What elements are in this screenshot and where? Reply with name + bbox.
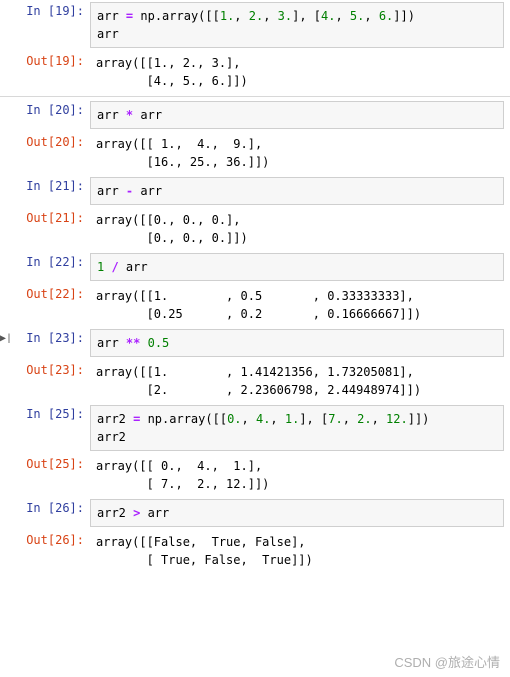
- cell-21: In [21]: arr - arr Out[21]: array([[0., …: [0, 175, 510, 251]
- code-input[interactable]: arr - arr: [90, 177, 504, 205]
- in-prompt: In [19]:: [0, 2, 90, 48]
- cell-19: In [19]: arr = np.array([[1., 2., 3.], […: [0, 0, 510, 94]
- output: array([[1., 2., 3.], [4., 5., 6.]]): [90, 52, 510, 92]
- in-prompt: In [21]:: [0, 177, 90, 205]
- cell-marker-icon: ▶|: [0, 333, 12, 345]
- code-input[interactable]: arr ** 0.5: [90, 329, 504, 357]
- out-prompt: Out[23]:: [0, 361, 90, 401]
- out-prompt: Out[26]:: [0, 531, 90, 571]
- cell-26: In [26]: arr2 > arr Out[26]: array([[Fal…: [0, 497, 510, 573]
- code-input[interactable]: arr * arr: [90, 101, 504, 129]
- in-prompt: In [25]:: [0, 405, 90, 451]
- out-prompt: Out[22]:: [0, 285, 90, 325]
- watermark: CSDN @旅途心情: [394, 652, 500, 671]
- cell-25: In [25]: arr2 = np.array([[0., 4., 1.], …: [0, 403, 510, 497]
- code-input[interactable]: arr = np.array([[1., 2., 3.], [4., 5., 6…: [90, 2, 504, 48]
- cell-23: ▶| In [23]: arr ** 0.5 Out[23]: array([[…: [0, 327, 510, 403]
- cell-22: In [22]: 1 / arr Out[22]: array([[1. , 0…: [0, 251, 510, 327]
- out-prompt: Out[21]:: [0, 209, 90, 249]
- output: array([[0., 0., 0.], [0., 0., 0.]]): [90, 209, 510, 249]
- output: array([[ 1., 4., 9.], [16., 25., 36.]]): [90, 133, 510, 173]
- output: array([[ 0., 4., 1.], [ 7., 2., 12.]]): [90, 455, 510, 495]
- cell-20: In [20]: arr * arr Out[20]: array([[ 1.,…: [0, 99, 510, 175]
- code-input[interactable]: 1 / arr: [90, 253, 504, 281]
- code-input[interactable]: arr2 = np.array([[0., 4., 1.], [7., 2., …: [90, 405, 504, 451]
- out-prompt: Out[19]:: [0, 52, 90, 92]
- out-prompt: Out[20]:: [0, 133, 90, 173]
- in-prompt: In [20]:: [0, 101, 90, 129]
- output: array([[False, True, False], [ True, Fal…: [90, 531, 510, 571]
- in-prompt: In [23]:: [0, 329, 90, 357]
- in-prompt: In [22]:: [0, 253, 90, 281]
- out-prompt: Out[25]:: [0, 455, 90, 495]
- output: array([[1. , 0.5 , 0.33333333], [0.25 , …: [90, 285, 510, 325]
- code-input[interactable]: arr2 > arr: [90, 499, 504, 527]
- separator: [0, 96, 510, 97]
- in-prompt: In [26]:: [0, 499, 90, 527]
- output: array([[1. , 1.41421356, 1.73205081], [2…: [90, 361, 510, 401]
